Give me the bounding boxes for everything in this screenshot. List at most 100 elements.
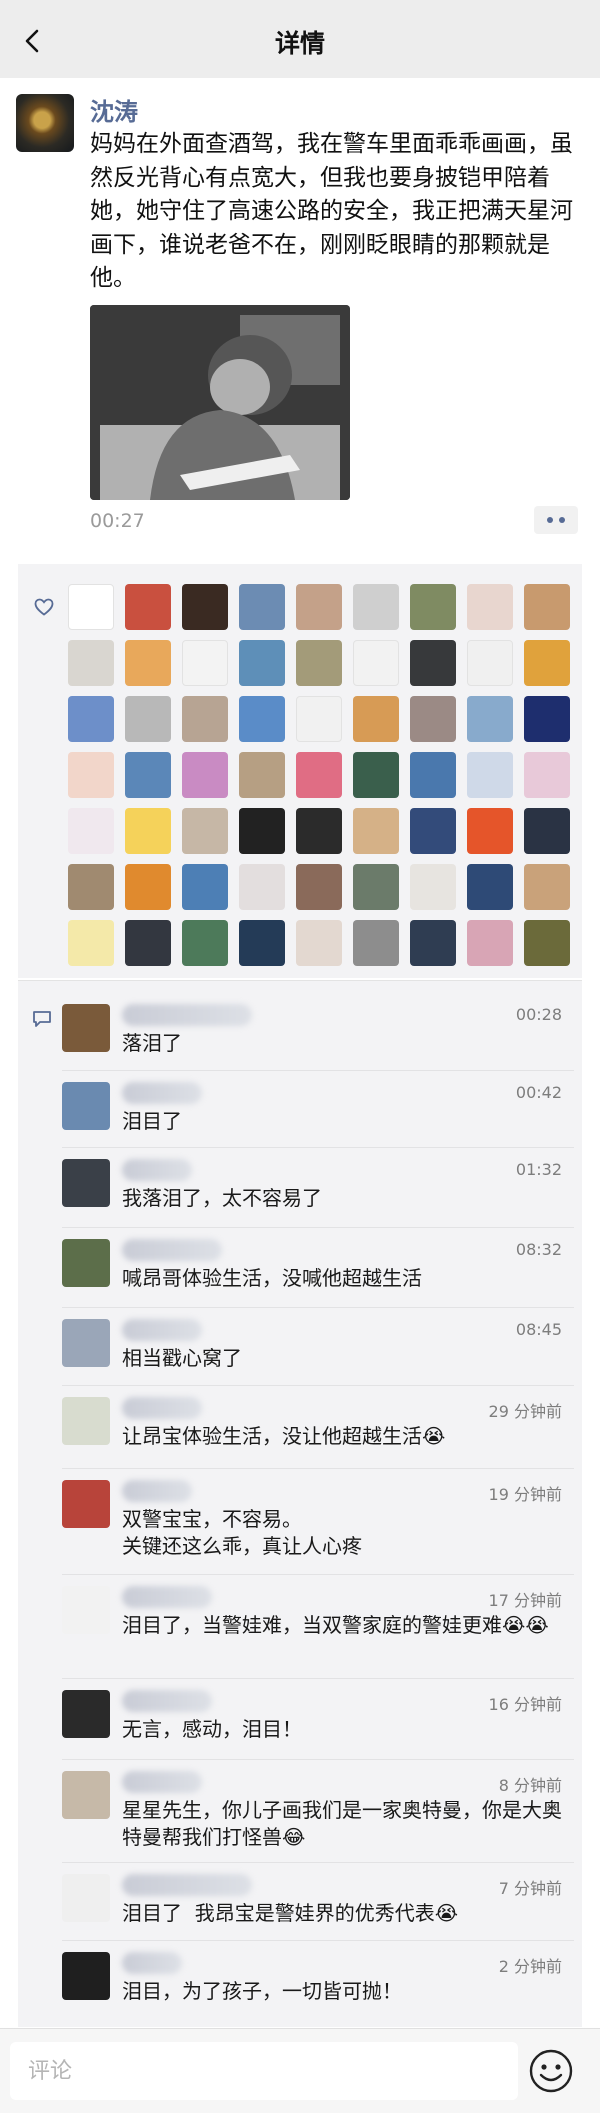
comment-text[interactable]: 星星先生，你儿子画我们是一家奥特曼，你是大奥特曼帮我们打怪兽😂 — [122, 1797, 570, 1851]
liker-avatar[interactable] — [239, 864, 285, 910]
liker-avatar[interactable] — [239, 696, 285, 742]
commenter-name[interactable] — [122, 1082, 202, 1104]
commenter-name[interactable] — [122, 1159, 192, 1181]
liker-avatar[interactable] — [68, 640, 114, 686]
commenter-avatar[interactable] — [62, 1586, 110, 1634]
commenter-name[interactable] — [122, 1004, 252, 1026]
commenter-avatar[interactable] — [62, 1004, 110, 1052]
comment-text[interactable]: 落泪了 — [122, 1030, 570, 1057]
liker-avatar[interactable] — [182, 864, 228, 910]
liker-avatar[interactable] — [467, 584, 513, 630]
liker-avatar[interactable] — [410, 808, 456, 854]
liker-avatar[interactable] — [353, 864, 399, 910]
liker-avatar[interactable] — [353, 808, 399, 854]
liker-avatar[interactable] — [182, 808, 228, 854]
liker-avatar[interactable] — [353, 920, 399, 966]
liker-avatar[interactable] — [410, 640, 456, 686]
comment-text[interactable]: 泪目了，当警娃难，当双警家庭的警娃更难😭😭 — [122, 1612, 570, 1639]
liker-avatar[interactable] — [68, 808, 114, 854]
commenter-avatar[interactable] — [62, 1239, 110, 1287]
liker-avatar[interactable] — [353, 640, 399, 686]
liker-avatar[interactable] — [182, 920, 228, 966]
comment-text[interactable]: 泪目了 — [122, 1108, 570, 1135]
liker-avatar[interactable] — [239, 920, 285, 966]
liker-avatar[interactable] — [125, 808, 171, 854]
commenter-avatar[interactable] — [62, 1690, 110, 1738]
comment-text[interactable]: 相当戳心窝了 — [122, 1345, 570, 1372]
liker-avatar[interactable] — [524, 584, 570, 630]
commenter-avatar[interactable] — [62, 1480, 110, 1528]
comment-text[interactable]: 我落泪了，太不容易了 — [122, 1185, 570, 1212]
liker-avatar[interactable] — [296, 864, 342, 910]
commenter-avatar[interactable] — [62, 1952, 110, 2000]
liker-avatar[interactable] — [68, 864, 114, 910]
liker-avatar[interactable] — [410, 584, 456, 630]
liker-avatar[interactable] — [467, 920, 513, 966]
commenter-name[interactable] — [122, 1239, 222, 1261]
commenter-name[interactable] — [122, 1952, 182, 1974]
smiley-icon[interactable] — [528, 2048, 574, 2094]
liker-avatar[interactable] — [296, 752, 342, 798]
liker-avatar[interactable] — [296, 584, 342, 630]
post-photo[interactable] — [90, 305, 350, 500]
more-dots-icon[interactable] — [534, 506, 578, 534]
liker-avatar[interactable] — [524, 808, 570, 854]
liker-avatar[interactable] — [68, 920, 114, 966]
liker-avatar[interactable] — [410, 752, 456, 798]
liker-avatar[interactable] — [524, 696, 570, 742]
liker-avatar[interactable] — [68, 696, 114, 742]
liker-avatar[interactable] — [353, 752, 399, 798]
comment-input[interactable] — [10, 2042, 518, 2100]
liker-avatar[interactable] — [296, 696, 342, 742]
liker-avatar[interactable] — [467, 752, 513, 798]
liker-avatar[interactable] — [125, 864, 171, 910]
commenter-avatar[interactable] — [62, 1771, 110, 1819]
author-avatar[interactable] — [16, 94, 74, 152]
liker-avatar[interactable] — [524, 864, 570, 910]
liker-avatar[interactable] — [410, 696, 456, 742]
liker-avatar[interactable] — [467, 696, 513, 742]
liker-avatar[interactable] — [125, 920, 171, 966]
liker-avatar[interactable] — [524, 920, 570, 966]
commenter-name[interactable] — [122, 1690, 212, 1712]
liker-avatar[interactable] — [296, 640, 342, 686]
liker-avatar[interactable] — [68, 752, 114, 798]
liker-avatar[interactable] — [239, 808, 285, 854]
commenter-name[interactable] — [122, 1397, 202, 1419]
liker-avatar[interactable] — [239, 752, 285, 798]
liker-avatar[interactable] — [524, 640, 570, 686]
liker-avatar[interactable] — [467, 864, 513, 910]
liker-avatar[interactable] — [182, 752, 228, 798]
comment-text[interactable]: 泪目了 我昂宝是警娃界的优秀代表😭 — [122, 1900, 570, 1927]
commenter-avatar[interactable] — [62, 1082, 110, 1130]
liker-avatar[interactable] — [68, 584, 114, 630]
comment-text[interactable]: 无言，感动，泪目！ — [122, 1716, 570, 1743]
liker-avatar[interactable] — [125, 752, 171, 798]
liker-avatar[interactable] — [239, 584, 285, 630]
liker-avatar[interactable] — [353, 696, 399, 742]
comment-text[interactable]: 让昂宝体验生活，没让他超越生活😭 — [122, 1423, 570, 1450]
liker-avatar[interactable] — [182, 696, 228, 742]
liker-avatar[interactable] — [182, 640, 228, 686]
liker-avatar[interactable] — [410, 920, 456, 966]
liker-avatar[interactable] — [296, 920, 342, 966]
comment-text[interactable]: 双警宝宝，不容易。 关键还这么乖，真让人心疼 — [122, 1506, 570, 1560]
commenter-avatar[interactable] — [62, 1397, 110, 1445]
comment-text[interactable]: 泪目，为了孩子，一切皆可抛！ — [122, 1978, 570, 2005]
liker-avatar[interactable] — [182, 584, 228, 630]
liker-avatar[interactable] — [410, 864, 456, 910]
commenter-avatar[interactable] — [62, 1319, 110, 1367]
commenter-avatar[interactable] — [62, 1874, 110, 1922]
liker-avatar[interactable] — [524, 752, 570, 798]
liker-avatar[interactable] — [125, 640, 171, 686]
commenter-name[interactable] — [122, 1319, 202, 1341]
liker-avatar[interactable] — [296, 808, 342, 854]
commenter-name[interactable] — [122, 1586, 212, 1608]
commenter-name[interactable] — [122, 1480, 192, 1502]
commenter-avatar[interactable] — [62, 1159, 110, 1207]
liker-avatar[interactable] — [467, 640, 513, 686]
commenter-name[interactable] — [122, 1771, 202, 1793]
commenter-name[interactable] — [122, 1874, 252, 1896]
liker-avatar[interactable] — [353, 584, 399, 630]
liker-avatar[interactable] — [239, 640, 285, 686]
